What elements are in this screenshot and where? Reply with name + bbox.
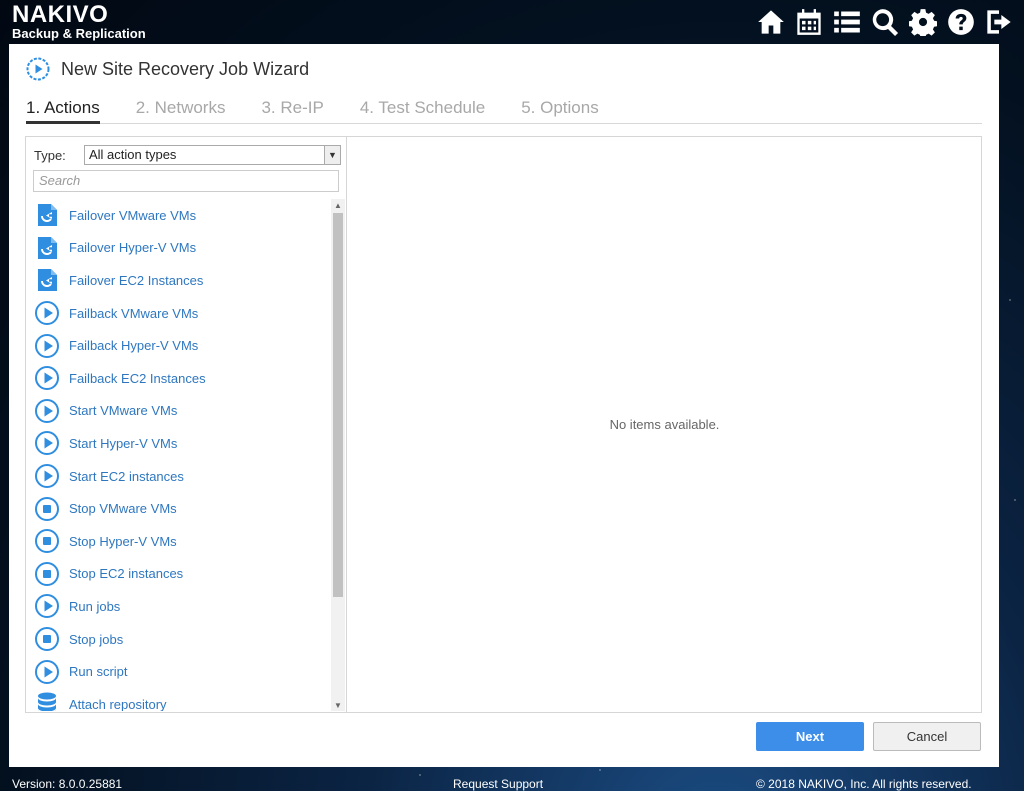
play-icon — [34, 300, 60, 326]
play-icon — [34, 593, 60, 619]
wizard-title: New Site Recovery Job Wizard — [61, 58, 310, 79]
empty-message: No items available. — [609, 417, 720, 432]
play-icon — [34, 463, 60, 489]
action-label: Stop VMware VMs — [69, 501, 177, 517]
action-item[interactable]: Start Hyper-V VMs — [26, 427, 331, 460]
chevron-down-icon[interactable]: ▼ — [324, 146, 340, 164]
scroll-up-icon[interactable]: ▲ — [331, 199, 345, 211]
step-re-ip[interactable]: 3. Re-IP — [261, 98, 323, 124]
cancel-button[interactable]: Cancel — [873, 722, 981, 751]
logo: NAKIVO Backup & Replication — [12, 3, 146, 41]
action-label: Failover EC2 Instances — [69, 272, 204, 288]
action-label: Start VMware VMs — [69, 403, 178, 419]
search-input[interactable]: Search — [33, 170, 339, 192]
action-label: Stop EC2 instances — [69, 566, 184, 582]
action-label: Failover VMware VMs — [69, 207, 197, 223]
action-label: Failback Hyper-V VMs — [69, 338, 199, 354]
action-item[interactable]: Failback Hyper-V VMs — [26, 329, 331, 362]
logo-name: NAKIVO — [12, 1, 109, 28]
action-item[interactable]: Failover Hyper-V VMs — [26, 232, 331, 265]
copyright-text: © 2018 NAKIVO, Inc. All rights reserved. — [756, 777, 972, 791]
request-support-link[interactable]: Request Support — [453, 777, 543, 791]
stop-icon — [34, 561, 60, 587]
actions-list: Failover VMware VMs Failover Hyper-V VMs F… — [26, 199, 331, 711]
details-pane: No items available. — [348, 137, 981, 712]
failover-icon — [34, 202, 60, 228]
help-icon[interactable] — [945, 6, 976, 37]
action-label: Run jobs — [69, 598, 121, 614]
wizard-header: New Site Recovery Job Wizard — [25, 56, 309, 82]
action-label: Start EC2 instances — [69, 468, 184, 484]
step-options[interactable]: 5. Options — [521, 98, 599, 124]
list-icon[interactable] — [831, 6, 862, 37]
action-item[interactable]: Stop jobs — [26, 623, 331, 656]
action-label: Stop jobs — [69, 631, 124, 647]
actions-pane: Type: All action types ▼ Search Failover… — [26, 137, 347, 712]
home-icon[interactable] — [755, 6, 786, 37]
type-select-value: All action types — [89, 147, 177, 162]
next-button[interactable]: Next — [756, 722, 864, 751]
action-item[interactable]: Failback VMware VMs — [26, 297, 331, 330]
step-test-schedule[interactable]: 4. Test Schedule — [360, 98, 485, 124]
action-item[interactable]: Failback EC2 Instances — [26, 362, 331, 395]
action-item[interactable]: Start VMware VMs — [26, 395, 331, 428]
failover-icon — [34, 267, 60, 293]
top-bar: NAKIVO Backup & Replication — [0, 0, 1024, 44]
action-label: Failback EC2 Instances — [69, 370, 206, 386]
stop-icon — [34, 626, 60, 652]
logout-icon[interactable] — [983, 6, 1014, 37]
action-item[interactable]: Start EC2 instances — [26, 460, 331, 493]
type-select[interactable]: All action types ▼ — [84, 145, 341, 165]
play-icon — [34, 398, 60, 424]
wizard-dialog: New Site Recovery Job Wizard 1. Actions … — [9, 44, 999, 767]
gear-icon[interactable] — [907, 6, 938, 37]
action-label: Attach repository — [69, 696, 167, 711]
footer: Version: 8.0.0.25881 Request Support © 2… — [0, 775, 1024, 791]
version-text: Version: 8.0.0.25881 — [12, 777, 123, 791]
action-item[interactable]: Stop Hyper-V VMs — [26, 525, 331, 558]
actions-scrollbar[interactable]: ▲ ▼ — [331, 199, 345, 711]
play-icon — [34, 333, 60, 359]
calendar-icon[interactable] — [793, 6, 824, 37]
wizard-content: Type: All action types ▼ Search Failover… — [25, 136, 982, 713]
wizard-play-gear-icon — [26, 57, 50, 81]
action-label: Start Hyper-V VMs — [69, 435, 178, 451]
scroll-down-icon[interactable]: ▼ — [331, 699, 345, 711]
failover-icon — [34, 235, 60, 261]
play-icon — [34, 430, 60, 456]
action-item[interactable]: Attach repository — [26, 688, 331, 711]
stop-icon — [34, 528, 60, 554]
step-networks[interactable]: 2. Networks — [136, 98, 226, 124]
action-label: Run script — [69, 664, 128, 680]
action-label: Failover Hyper-V VMs — [69, 240, 197, 256]
logo-subtitle: Backup & Replication — [12, 26, 146, 41]
type-label: Type: — [34, 147, 66, 163]
scroll-thumb[interactable] — [333, 213, 343, 597]
step-actions[interactable]: 1. Actions — [26, 98, 100, 124]
action-item[interactable]: Failover EC2 Instances — [26, 264, 331, 297]
action-item[interactable]: Stop VMware VMs — [26, 492, 331, 525]
action-label: Failback VMware VMs — [69, 305, 199, 321]
action-item[interactable]: Run script — [26, 655, 331, 688]
action-item[interactable]: Run jobs — [26, 590, 331, 623]
action-item[interactable]: Stop EC2 instances — [26, 558, 331, 591]
stop-icon — [34, 496, 60, 522]
wizard-steps: 1. Actions 2. Networks 3. Re-IP 4. Test … — [26, 98, 982, 124]
search-icon[interactable] — [869, 6, 900, 37]
action-label: Stop Hyper-V VMs — [69, 533, 177, 549]
database-icon — [34, 691, 60, 711]
play-icon — [34, 365, 60, 391]
play-icon — [34, 659, 60, 685]
action-item[interactable]: Failover VMware VMs — [26, 199, 331, 232]
